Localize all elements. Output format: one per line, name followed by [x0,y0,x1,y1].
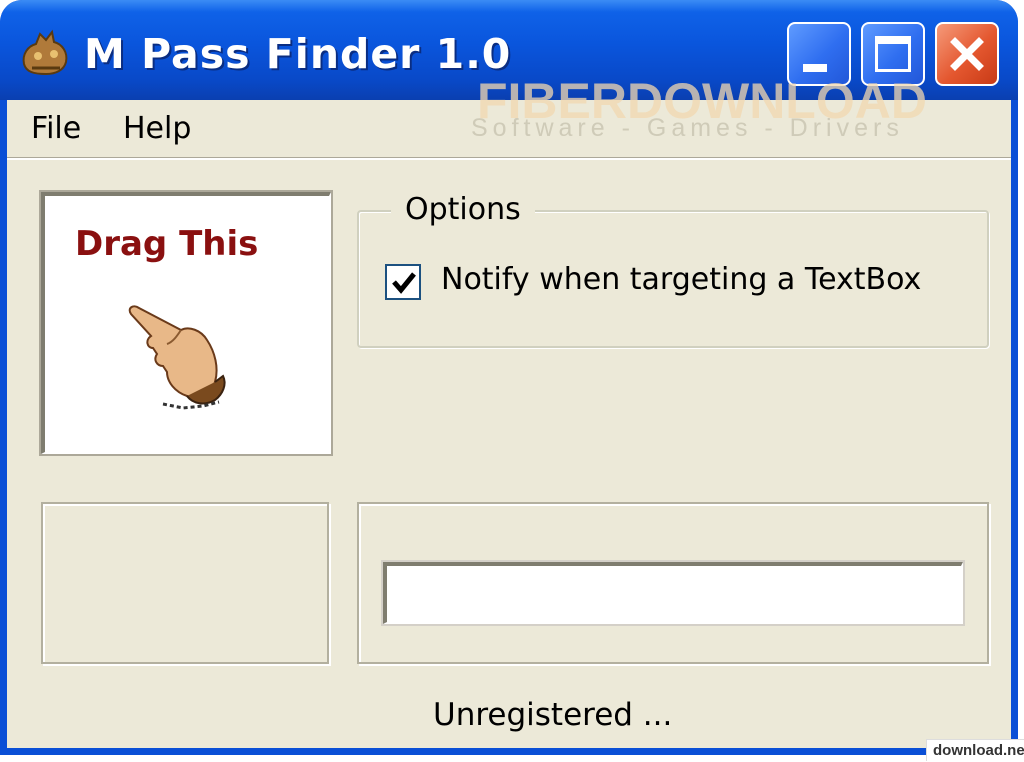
window-title: M Pass Finder 1.0 [84,30,512,78]
app-window: M Pass Finder 1.0 File Help FIBERDOWNLOA… [0,0,1018,755]
menu-file[interactable]: File [31,109,81,149]
notify-checkbox-label[interactable]: Notify when targeting a TextBox [441,260,921,300]
drag-target-box[interactable]: Drag This [39,190,333,456]
menu-bar: File Help FIBERDOWNLOAD Software - Games… [7,73,1011,160]
watermark-tagline: Software - Games - Drivers [471,114,904,142]
close-button[interactable] [935,22,999,86]
maximize-icon [875,36,911,72]
registration-status: Unregistered ... [433,697,673,733]
options-legend: Options [391,188,535,232]
close-icon [950,37,984,71]
minimize-icon [803,64,827,72]
pointing-hand-icon[interactable] [123,296,243,416]
password-result-field[interactable] [381,560,965,626]
download-badge: download.net.pl [926,739,1024,761]
client-area: File Help FIBERDOWNLOAD Software - Games… [7,73,1011,748]
options-group: Options Notify when targeting a TextBox [357,188,989,348]
menu-help[interactable]: Help [123,109,191,149]
result-panel [357,502,989,664]
drag-label: Drag This [75,224,259,264]
app-icon [22,29,68,76]
info-panel-left [41,502,329,664]
checkmark-icon [392,272,416,294]
notify-checkbox[interactable] [385,264,421,300]
